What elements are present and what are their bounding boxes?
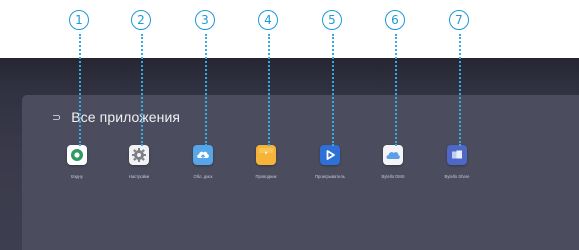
- callout-7: 7: [449, 10, 471, 146]
- callout-line: [268, 34, 270, 146]
- app-bytello-dms[interactable]: Bytello DMS: [363, 145, 423, 179]
- app-label: Bytello DMS: [381, 174, 405, 179]
- callout-line: [395, 34, 397, 146]
- callout-number: 6: [385, 10, 405, 30]
- app-label: Настройки: [128, 174, 150, 179]
- app-settings[interactable]: Настройки: [109, 145, 169, 179]
- folder-icon: [256, 145, 276, 165]
- callout-6: 6: [385, 10, 407, 146]
- callout-number: 5: [322, 10, 342, 30]
- callout-number: 4: [258, 10, 278, 30]
- back-arrow-icon[interactable]: ⊃: [52, 111, 61, 124]
- app-browser[interactable]: Вэдну: [47, 145, 107, 179]
- app-label: Bytello Share: [444, 174, 470, 179]
- app-bytello-share[interactable]: Bytello Share: [427, 145, 487, 179]
- app-label: Проводник: [255, 174, 277, 179]
- callout-2: 2: [131, 10, 153, 146]
- callout-1: 1: [69, 10, 91, 146]
- device-screen: ⊃ Все приложения Вэдну Настройки Обл. ди…: [0, 58, 579, 250]
- play-icon: [320, 145, 340, 165]
- browser-icon: [67, 145, 87, 165]
- cloud-icon: [383, 145, 403, 165]
- callout-number: 7: [449, 10, 469, 30]
- app-player[interactable]: Проигрыватель: [300, 145, 360, 179]
- callout-number: 2: [131, 10, 151, 30]
- callout-line: [79, 34, 81, 146]
- callout-3: 3: [195, 10, 217, 146]
- callout-line: [141, 34, 143, 146]
- callout-line: [459, 34, 461, 146]
- callout-4: 4: [258, 10, 280, 146]
- callout-line: [332, 34, 334, 146]
- panel-header: ⊃ Все приложения: [52, 109, 180, 125]
- callout-5: 5: [322, 10, 344, 146]
- app-label: Вэдну: [71, 174, 83, 179]
- app-label: Проигрыватель: [315, 174, 345, 179]
- callout-number: 3: [195, 10, 215, 30]
- page-title: Все приложения: [71, 109, 181, 125]
- gear-icon: [129, 145, 149, 165]
- cloud-upload-icon: [193, 145, 213, 165]
- all-apps-panel: ⊃ Все приложения Вэдну Настройки Обл. ди…: [22, 95, 579, 250]
- app-cloud-disk[interactable]: Обл. диск: [173, 145, 233, 179]
- callout-number: 1: [69, 10, 89, 30]
- callout-line: [205, 34, 207, 146]
- app-label: Обл. диск: [193, 174, 213, 179]
- app-grid: Вэдну Настройки Обл. диск Проводник Прои…: [22, 145, 579, 205]
- share-icon: [447, 145, 467, 165]
- callout-markers: 1 2 3 4 5 6 7: [0, 0, 579, 146]
- app-file-manager[interactable]: Проводник: [236, 145, 296, 179]
